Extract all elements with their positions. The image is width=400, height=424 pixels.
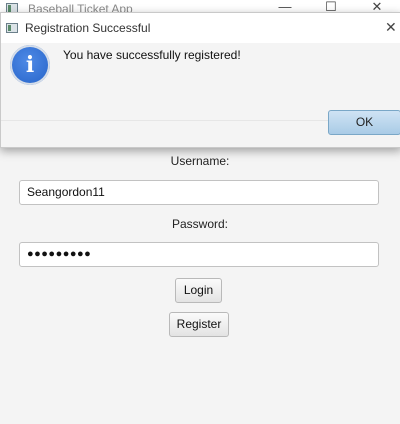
register-button[interactable]: Register (169, 312, 229, 337)
login-button[interactable]: Login (175, 278, 222, 303)
dialog-app-icon (6, 23, 18, 33)
ok-button[interactable]: OK (328, 110, 400, 135)
dialog-titlebar[interactable]: Registration Successful ✕ (1, 13, 400, 43)
username-field[interactable]: Seangordon11 (19, 180, 379, 205)
info-icon: i (10, 45, 50, 85)
dialog-close-icon[interactable]: ✕ (385, 19, 400, 36)
password-field[interactable]: ●●●●●●●●● (19, 242, 379, 267)
dialog-title: Registration Successful (25, 21, 151, 35)
password-label: Password: (171, 217, 229, 231)
dialog-message: You have successfully registered! (63, 48, 241, 62)
username-label: Username: (170, 154, 230, 168)
